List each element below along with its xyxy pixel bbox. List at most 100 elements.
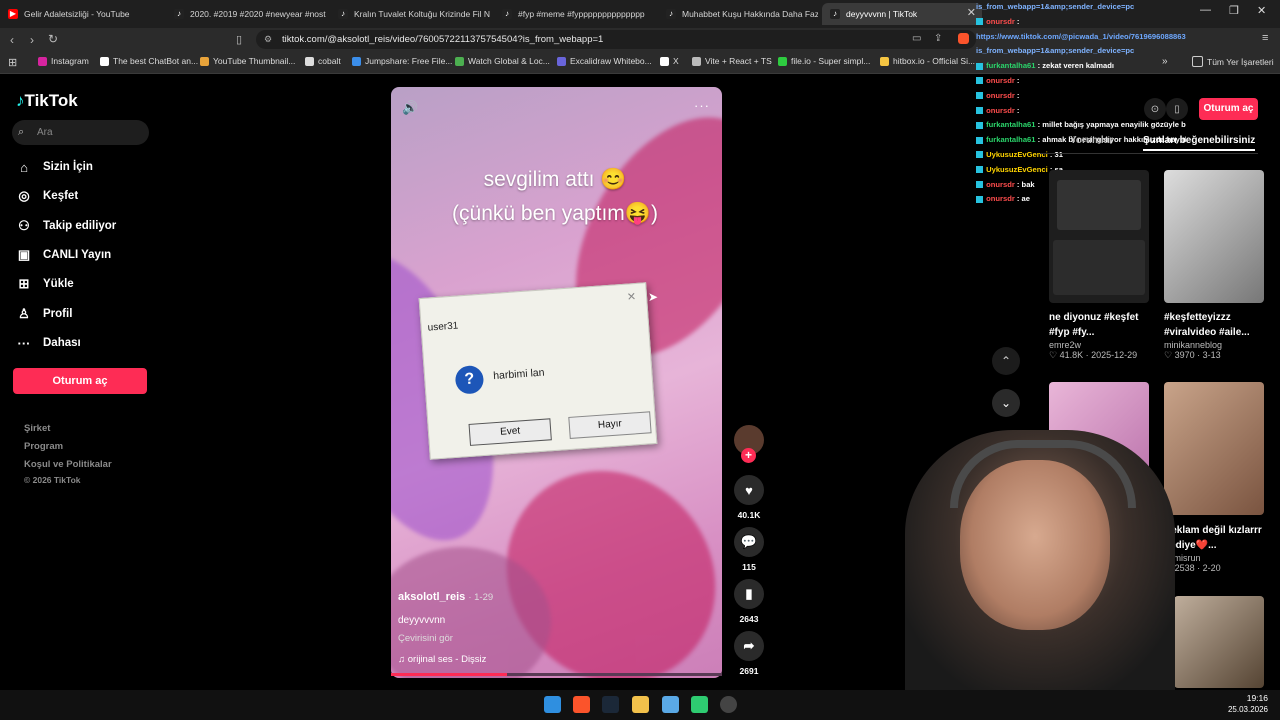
url-input[interactable]: tiktok.com/@aksolotl_reis/video/76005722… bbox=[256, 30, 976, 49]
video-card-author[interactable]: yamisrun bbox=[1164, 553, 1264, 563]
bookmark-item[interactable]: hitbox.io - Official Si... bbox=[880, 56, 975, 66]
tab-suggestions[interactable]: Şunları beğenebilirsiniz bbox=[1143, 135, 1256, 151]
comment-action[interactable]: 💬 115 bbox=[734, 527, 764, 572]
save-action[interactable]: ▮ 2643 bbox=[734, 579, 764, 624]
login-button[interactable]: Oturum aç bbox=[13, 368, 147, 394]
video-thumb-4[interactable] bbox=[1164, 382, 1264, 515]
sidebar-item-label: Keşfet bbox=[43, 190, 79, 202]
footer-terms[interactable]: Koşul ve Politikalar bbox=[24, 459, 112, 470]
video-card-title[interactable]: #keşfetteyizzz #viralvideo #aile... bbox=[1164, 310, 1264, 340]
video-thumb-1[interactable] bbox=[1049, 170, 1149, 303]
share-action[interactable]: ➦ 2691 bbox=[734, 631, 764, 676]
bookmark-item[interactable]: Watch Global & Loc... bbox=[455, 56, 550, 66]
bookmark-item[interactable]: Instagram bbox=[38, 56, 89, 66]
browser-tab[interactable]: ♪ 2020. #2019 #2020 #newyear #nosta bbox=[166, 3, 326, 25]
video-card-author[interactable]: minikanneblog bbox=[1164, 340, 1264, 350]
bookmark-label: Jumpshare: Free File... bbox=[365, 56, 453, 66]
sidebar-item-live[interactable]: ▣ CANLI Yayın bbox=[16, 245, 111, 265]
author-name[interactable]: aksolotl_reis bbox=[398, 591, 465, 603]
browser-tab[interactable]: ♪ #fyp #meme #fypppppppppppppp bbox=[494, 3, 654, 25]
video-card-title[interactable]: ne diyonuz #keşfet #fyp #fy... bbox=[1049, 310, 1149, 340]
brave-shield-icon[interactable] bbox=[958, 33, 969, 44]
chevron-down-icon[interactable]: ⌄ bbox=[992, 389, 1020, 417]
reload-icon[interactable]: ↻ bbox=[48, 32, 58, 46]
bookmark-icon[interactable]: ▯ bbox=[236, 33, 242, 46]
comment-icon[interactable]: 💬 bbox=[734, 527, 764, 557]
chat-username: furkantalha61 bbox=[984, 61, 1036, 71]
footer-company[interactable]: Şirket bbox=[24, 423, 50, 434]
tiktok-logo[interactable]: ♪TikTok bbox=[16, 91, 78, 111]
maximize-icon[interactable]: ❐ bbox=[1229, 4, 1239, 17]
follow-plus-icon[interactable]: + bbox=[741, 448, 756, 463]
like-action[interactable]: ♥ 40.1K bbox=[734, 475, 764, 520]
tab-title: Gelir Adaletsizliği - YouTube bbox=[24, 9, 130, 19]
bookmark-item[interactable]: file.io - Super simpl... bbox=[778, 56, 870, 66]
app-taskbar-icon[interactable] bbox=[691, 696, 708, 713]
all-bookmarks[interactable]: Tüm Yer İşaretleri bbox=[1192, 56, 1274, 67]
share-arrow-icon[interactable]: ➦ bbox=[734, 631, 764, 661]
login-button-top[interactable]: Oturum aç bbox=[1199, 98, 1258, 120]
bookmark-label: cobalt bbox=[318, 56, 341, 66]
search-input[interactable]: Ara bbox=[12, 120, 149, 145]
photos-taskbar-icon[interactable] bbox=[662, 696, 679, 713]
clock-date[interactable]: 25.03.2026 bbox=[1222, 705, 1268, 714]
sidebar-item-upload[interactable]: ⊞ Yükle bbox=[16, 274, 74, 294]
upload-icon: ⊞ bbox=[18, 276, 30, 291]
video-more-icon[interactable]: ··· bbox=[694, 98, 710, 113]
music-icon: ♫ bbox=[398, 654, 406, 665]
translate-link[interactable]: Çevirisini gör bbox=[398, 633, 453, 644]
volume-icon[interactable]: 🔊 bbox=[402, 100, 418, 116]
tiktok-icon: ♪ bbox=[830, 9, 840, 19]
sidebar-item-following[interactable]: ⚇ Takip ediliyor bbox=[16, 216, 116, 236]
menu-icon[interactable]: ≡ bbox=[1262, 32, 1268, 44]
site-info-icon[interactable]: ⚙ bbox=[264, 34, 272, 45]
close-tab-icon[interactable]: ✕ bbox=[967, 6, 976, 19]
share-icon[interactable]: ⇪ bbox=[934, 33, 942, 44]
video-thumb-2[interactable] bbox=[1164, 170, 1264, 303]
sound-link[interactable]: ♫ orijinal ses - Dişsiz bbox=[398, 654, 486, 665]
bookmark-item[interactable]: Jumpshare: Free File... bbox=[352, 56, 452, 66]
bookmark-item[interactable]: cobalt bbox=[305, 56, 341, 66]
sidebar-item-profile[interactable]: ♙ Profil bbox=[16, 304, 72, 324]
tab-comments[interactable]: Yorumlar bbox=[1070, 135, 1113, 146]
chat-username: UykusuzEvGenci bbox=[984, 149, 1048, 159]
bookmark-item[interactable]: The best ChatBot an... bbox=[100, 56, 198, 66]
video-date: · 1-29 bbox=[468, 592, 494, 603]
video-card-title[interactable]: Reklam değil kızlarrr hediye❤️... bbox=[1164, 523, 1264, 553]
video-card-author[interactable]: emre2w bbox=[1049, 340, 1149, 350]
desktop-icon[interactable]: ⊙ bbox=[1144, 98, 1166, 120]
close-window-icon[interactable]: ✕ bbox=[1257, 4, 1266, 17]
heart-icon[interactable]: ♥ bbox=[734, 475, 764, 505]
bookmark-item[interactable]: X bbox=[660, 56, 679, 66]
bookmark-item[interactable]: YouTube Thumbnail... bbox=[200, 56, 295, 66]
browser-tab[interactable]: ♪ Muhabbet Kuşu Hakkında Daha Fazla bbox=[658, 3, 818, 25]
video-thumb-5[interactable] bbox=[1174, 596, 1264, 688]
chat-message: https://www.tiktok.com/@picwada_1/video/… bbox=[976, 30, 1186, 45]
back-icon[interactable]: ‹ bbox=[10, 33, 14, 47]
cast-icon[interactable]: ▭ bbox=[912, 33, 921, 44]
chat-badge-icon bbox=[976, 92, 983, 100]
bookmark-item[interactable]: Excalidraw Whitebo... bbox=[557, 56, 652, 66]
brave-taskbar-icon[interactable] bbox=[573, 696, 590, 713]
browser-tab[interactable]: ♪ Kralın Tuvalet Koltuğu Krizinde Fil Ne bbox=[330, 3, 490, 25]
forward-icon[interactable]: › bbox=[30, 33, 34, 47]
clock-time[interactable]: 19:16 bbox=[1236, 693, 1268, 703]
browser-tab[interactable]: ▶ Gelir Adaletsizliği - YouTube bbox=[0, 3, 160, 25]
footer-program[interactable]: Program bbox=[24, 441, 63, 452]
chevron-up-icon[interactable]: ⌃ bbox=[992, 347, 1020, 375]
mobile-icon[interactable]: ▯ bbox=[1166, 98, 1188, 120]
bookmark-save-icon[interactable]: ▮ bbox=[734, 579, 764, 609]
obs-taskbar-icon[interactable] bbox=[720, 696, 737, 713]
question-icon: ? bbox=[454, 364, 485, 395]
sidebar-item-more[interactable]: ··· Dahası bbox=[16, 333, 81, 353]
explorer-taskbar-icon[interactable] bbox=[632, 696, 649, 713]
sidebar-item-compass[interactable]: ◎ Keşfet bbox=[16, 186, 78, 206]
minimize-icon[interactable]: — bbox=[1200, 4, 1211, 16]
bookmark-item[interactable]: Vite + React + TS bbox=[692, 56, 772, 66]
video-progress[interactable] bbox=[391, 673, 722, 676]
sidebar-item-home[interactable]: ⌂ Sizin İçin bbox=[16, 157, 93, 177]
apps-grid-icon[interactable]: ⊞ bbox=[8, 56, 17, 69]
steam-taskbar-icon[interactable] bbox=[602, 696, 619, 713]
windows-start-icon[interactable] bbox=[544, 696, 561, 713]
browser-tab[interactable]: ♪ deyyvvvnn | TikTok ✕ bbox=[822, 3, 982, 25]
